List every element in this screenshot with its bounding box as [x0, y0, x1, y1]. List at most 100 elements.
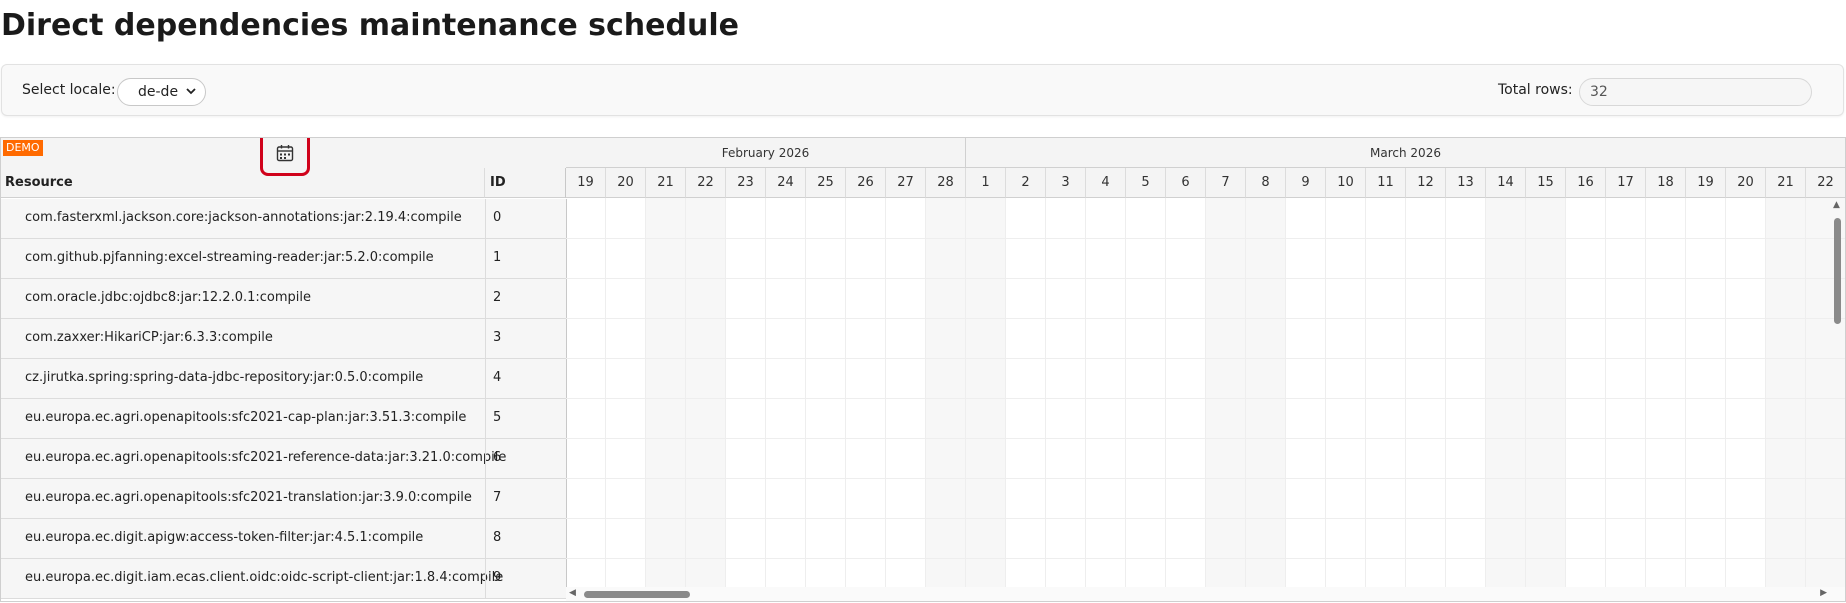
day-column[interactable] [1246, 198, 1286, 601]
locale-select[interactable]: de-de [117, 78, 206, 106]
row-gridline [566, 358, 1845, 359]
id-cell: 7 [485, 479, 567, 518]
day-column[interactable] [1526, 198, 1566, 601]
table-row[interactable]: eu.europa.ec.digit.iam.ecas.client.oidc:… [1, 559, 567, 599]
vertical-scrollbar[interactable]: ▲ ▼ [1830, 200, 1844, 601]
table-row[interactable]: com.github.pjfanning:excel-streaming-rea… [1, 239, 567, 279]
day-header: 20 [606, 168, 646, 198]
day-header: 13 [1446, 168, 1486, 198]
day-header: 8 [1246, 168, 1286, 198]
left-header: DEMO [1, 138, 567, 176]
column-header-id-label: ID [490, 175, 506, 190]
day-column[interactable] [686, 198, 726, 601]
id-cell: 9 [485, 559, 567, 598]
day-header: 27 [886, 168, 926, 198]
table-row[interactable]: eu.europa.ec.digit.apigw:access-token-fi… [1, 519, 567, 559]
row-gridline [566, 438, 1845, 439]
day-header: 2 [1006, 168, 1046, 198]
day-column[interactable] [806, 198, 846, 601]
day-column[interactable] [1566, 198, 1606, 601]
month-header: March 2026 [966, 138, 1845, 168]
table-row[interactable]: eu.europa.ec.agri.openapitools:sfc2021-r… [1, 439, 567, 479]
day-column[interactable] [1366, 198, 1406, 601]
table-row[interactable]: eu.europa.ec.agri.openapitools:sfc2021-c… [1, 399, 567, 439]
day-column[interactable] [846, 198, 886, 601]
locale-label: Select locale: [22, 82, 116, 98]
id-cell: 4 [485, 359, 567, 398]
resource-cell: eu.europa.ec.agri.openapitools:sfc2021-r… [25, 450, 507, 465]
id-cell-value: 4 [493, 370, 502, 385]
day-column[interactable] [1686, 198, 1726, 601]
day-column[interactable] [926, 198, 966, 601]
day-column[interactable] [646, 198, 686, 601]
day-column[interactable] [1406, 198, 1446, 601]
id-cell: 6 [485, 439, 567, 478]
day-column[interactable] [766, 198, 806, 601]
day-column[interactable] [1086, 198, 1126, 601]
day-header: 10 [1326, 168, 1366, 198]
table-row[interactable]: eu.europa.ec.agri.openapitools:sfc2021-t… [1, 479, 567, 519]
column-header-id[interactable]: ID [485, 168, 566, 198]
day-column[interactable] [1286, 198, 1326, 601]
day-column[interactable] [1166, 198, 1206, 601]
total-rows-label: Total rows: [1498, 82, 1573, 98]
column-header-resource[interactable]: Resource [1, 168, 485, 198]
horizontal-scroll-thumb[interactable] [584, 591, 690, 598]
id-cell-value: 1 [493, 250, 502, 265]
day-header: 25 [806, 168, 846, 198]
day-column[interactable] [606, 198, 646, 601]
day-header: 24 [766, 168, 806, 198]
resource-cell: com.github.pjfanning:excel-streaming-rea… [25, 250, 434, 265]
id-cell-value: 7 [493, 490, 502, 505]
month-header: February 2026 [566, 138, 966, 168]
day-column[interactable] [1486, 198, 1526, 601]
day-column[interactable] [1046, 198, 1086, 601]
resource-cell: com.fasterxml.jackson.core:jackson-annot… [25, 210, 462, 225]
scroll-left-icon[interactable]: ◀ [569, 588, 576, 598]
row-gridline [566, 398, 1845, 399]
total-rows-value: 32 [1590, 84, 1608, 100]
id-cell-value: 8 [493, 530, 502, 545]
day-header: 3 [1046, 168, 1086, 198]
resource-cell: eu.europa.ec.agri.openapitools:sfc2021-t… [25, 490, 472, 505]
horizontal-scrollbar[interactable]: ◀ ▶ [566, 587, 1845, 601]
day-column[interactable] [886, 198, 926, 601]
day-header: 1 [966, 168, 1006, 198]
table-row[interactable]: com.zaxxer:HikariCP:jar:6.3.3:compile 3 [1, 319, 567, 359]
schedule-grid: DEMO Resource ID com.fasterxml.jackson.c… [0, 137, 1846, 602]
day-column[interactable] [1006, 198, 1046, 601]
day-column[interactable] [1446, 198, 1486, 601]
day-column[interactable] [1766, 198, 1806, 601]
id-cell-value: 6 [493, 450, 502, 465]
scroll-right-icon[interactable]: ▶ [1820, 588, 1827, 598]
day-column[interactable] [1126, 198, 1166, 601]
table-row[interactable]: cz.jirutka.spring:spring-data-jdbc-repos… [1, 359, 567, 399]
id-cell: 3 [485, 319, 567, 358]
calendar-button[interactable] [260, 138, 310, 176]
day-column[interactable] [726, 198, 766, 601]
day-header: 7 [1206, 168, 1246, 198]
day-column[interactable] [1206, 198, 1246, 601]
day-column[interactable] [966, 198, 1006, 601]
day-header: 28 [926, 168, 966, 198]
day-header: 26 [846, 168, 886, 198]
scroll-up-icon[interactable]: ▲ [1833, 200, 1840, 210]
id-cell: 2 [485, 279, 567, 318]
id-cell: 1 [485, 239, 567, 278]
id-cell-value: 3 [493, 330, 502, 345]
day-header: 9 [1286, 168, 1326, 198]
day-column[interactable] [1726, 198, 1766, 601]
locale-select-value: de-de [138, 84, 179, 100]
column-header-resource-label: Resource [5, 175, 73, 190]
day-column[interactable] [1606, 198, 1646, 601]
table-row[interactable]: com.fasterxml.jackson.core:jackson-annot… [1, 199, 567, 239]
vertical-scroll-thumb[interactable] [1834, 218, 1841, 324]
day-column[interactable] [1646, 198, 1686, 601]
day-column[interactable] [1326, 198, 1366, 601]
id-cell: 8 [485, 519, 567, 558]
day-column[interactable] [566, 198, 606, 601]
day-header: 19 [566, 168, 606, 198]
day-header: 12 [1406, 168, 1446, 198]
table-row[interactable]: com.oracle.jdbc:ojdbc8:jar:12.2.0.1:comp… [1, 279, 567, 319]
day-header: 21 [646, 168, 686, 198]
